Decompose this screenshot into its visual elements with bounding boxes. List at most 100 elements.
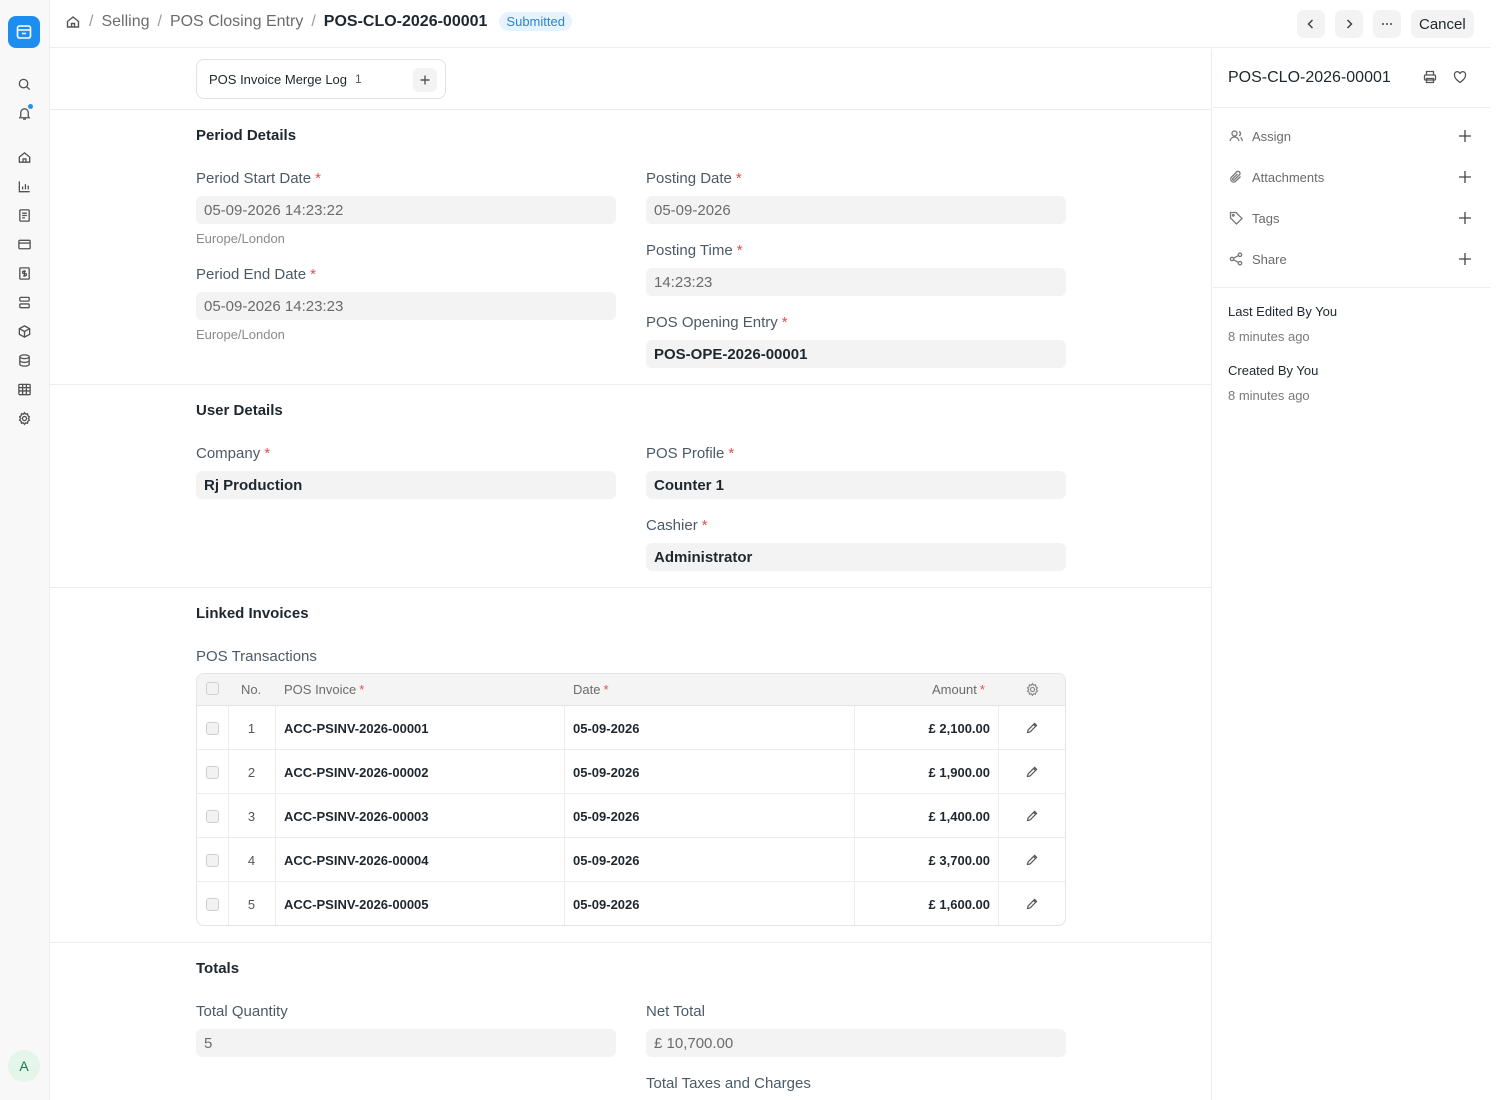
notification-bell-icon[interactable] — [15, 104, 33, 122]
table-row[interactable]: 3 ACC-PSINV-2026-00003 05-09-2026 £ 1,400.0… — [197, 794, 1065, 838]
posting-time-field[interactable]: 14:23:23 — [646, 268, 1066, 296]
table-row[interactable]: 4 ACC-PSINV-2026-00004 05-09-2026 £ 3,700.0… — [197, 838, 1065, 882]
user-avatar[interactable]: A — [8, 1050, 40, 1082]
row-edit-pencil-icon[interactable] — [1025, 750, 1039, 794]
add-merge-log-button[interactable] — [413, 68, 437, 92]
form-main: POS Invoice Merge Log 1 Period Details P… — [50, 49, 1212, 1100]
sidebar-attachments[interactable]: Attachments — [1228, 167, 1473, 187]
net-total-field[interactable]: £ 10,700.00 — [646, 1029, 1066, 1057]
row-edit-pencil-icon[interactable] — [1025, 882, 1039, 925]
cancel-button[interactable]: Cancel — [1411, 10, 1474, 38]
section-title-period: Period Details — [196, 127, 297, 144]
invoice-dollar-icon[interactable] — [15, 264, 33, 282]
row-invoice[interactable]: ACC-PSINV-2026-00002 — [284, 750, 429, 794]
package-icon[interactable] — [15, 322, 33, 340]
table-icon[interactable] — [15, 380, 33, 398]
row-edit-pencil-icon[interactable] — [1025, 706, 1039, 750]
merge-log-link[interactable]: POS Invoice Merge Log 1 — [196, 59, 446, 99]
section-title-totals: Totals — [196, 960, 240, 977]
table-row[interactable]: 2 ACC-PSINV-2026-00002 05-09-2026 £ 1,900.0… — [197, 750, 1065, 794]
plus-icon — [420, 75, 430, 85]
total-quantity-field[interactable]: 5 — [196, 1029, 616, 1057]
like-heart-icon[interactable] — [1452, 69, 1470, 87]
tag-icon — [1229, 211, 1243, 225]
people-icon[interactable] — [15, 293, 33, 311]
settings-gear-icon[interactable] — [15, 409, 33, 427]
row-invoice[interactable]: ACC-PSINV-2026-00004 — [284, 838, 429, 882]
row-invoice[interactable]: ACC-PSINV-2026-00001 — [284, 706, 429, 750]
row-date[interactable]: 05-09-2026 — [573, 750, 640, 794]
divider — [50, 942, 1211, 943]
sidebar-assign[interactable]: Assign — [1228, 126, 1473, 146]
row-checkbox[interactable] — [206, 882, 219, 925]
period-start-field[interactable]: 05-09-2026 14:23:22 — [196, 196, 616, 224]
net-total-label: Net Total — [646, 1003, 705, 1020]
breadcrumb-separator: / — [311, 12, 316, 30]
next-document-button[interactable] — [1335, 10, 1363, 38]
row-date[interactable]: 05-09-2026 — [573, 794, 640, 838]
row-number: 5 — [247, 896, 256, 912]
row-date[interactable]: 05-09-2026 — [573, 706, 640, 750]
row-invoice[interactable]: ACC-PSINV-2026-00005 — [284, 882, 429, 925]
posting-date-field[interactable]: 05-09-2026 — [646, 196, 1066, 224]
sidebar-share[interactable]: Share — [1228, 249, 1473, 269]
period-end-field[interactable]: 05-09-2026 14:23:23 — [196, 292, 616, 320]
print-icon[interactable] — [1422, 69, 1440, 87]
table-row[interactable]: 5 ACC-PSINV-2026-00005 05-09-2026 £ 1,600.0… — [197, 882, 1065, 925]
app-sidebar: A — [0, 0, 50, 1100]
row-edit-pencil-icon[interactable] — [1025, 838, 1039, 882]
row-checkbox[interactable] — [206, 706, 219, 750]
row-date[interactable]: 05-09-2026 — [573, 882, 640, 925]
user-icon — [1229, 130, 1243, 142]
previous-document-button[interactable] — [1297, 10, 1325, 38]
row-checkbox[interactable] — [206, 838, 219, 882]
table-row[interactable]: 1 ACC-PSINV-2026-00001 05-09-2026 £ 2,100.0… — [197, 706, 1065, 750]
home-icon[interactable] — [65, 14, 81, 30]
row-amount[interactable]: £ 1,400.00 — [854, 794, 990, 838]
last-edited-text: Last Edited By You — [1228, 304, 1338, 319]
status-badge: Submitted — [499, 12, 572, 31]
notification-dot — [28, 104, 33, 109]
row-checkbox[interactable] — [206, 794, 219, 838]
database-icon[interactable] — [15, 351, 33, 369]
add-share-plus-icon[interactable] — [1457, 251, 1473, 267]
search-icon[interactable] — [15, 75, 33, 93]
last-edited-time: 8 minutes ago — [1228, 329, 1310, 344]
breadcrumb-doctype[interactable]: POS Closing Entry — [170, 13, 303, 31]
column-settings-gear-icon[interactable] — [1025, 682, 1040, 700]
pos-opening-entry-field[interactable]: POS-OPE-2026-00001 — [646, 340, 1066, 368]
more-options-button[interactable] — [1373, 10, 1401, 38]
created-by-text: Created By You — [1228, 363, 1319, 378]
posting-time-label: Posting Time * — [646, 242, 743, 259]
home-icon[interactable] — [15, 148, 33, 166]
add-attachment-plus-icon[interactable] — [1457, 169, 1473, 185]
document-icon[interactable] — [15, 206, 33, 224]
row-invoice[interactable]: ACC-PSINV-2026-00003 — [284, 794, 429, 838]
row-checkbox[interactable] — [206, 750, 219, 794]
card-icon[interactable] — [15, 235, 33, 253]
row-amount[interactable]: £ 1,900.00 — [854, 750, 990, 794]
select-all-checkbox[interactable] — [206, 682, 219, 695]
share-icon — [1229, 252, 1243, 266]
form-sidebar: POS-CLO-2026-00001 Assign Attachments Ta… — [1213, 49, 1490, 1100]
chart-icon[interactable] — [15, 177, 33, 195]
app-logo-icon[interactable] — [8, 16, 40, 48]
more-horizontal-icon — [1382, 23, 1392, 25]
breadcrumb-module[interactable]: Selling — [101, 13, 149, 31]
row-amount[interactable]: £ 3,700.00 — [854, 838, 990, 882]
divider — [50, 384, 1211, 385]
add-tag-plus-icon[interactable] — [1457, 210, 1473, 226]
column-header-amount: Amount * — [932, 682, 985, 697]
cashier-field[interactable]: Administrator — [646, 543, 1066, 571]
breadcrumb: / Selling / POS Closing Entry / POS-CLO-… — [65, 12, 572, 31]
row-amount[interactable]: £ 2,100.00 — [854, 706, 990, 750]
pos-profile-field[interactable]: Counter 1 — [646, 471, 1066, 499]
paperclip-icon — [1230, 170, 1241, 183]
company-field[interactable]: Rj Production — [196, 471, 616, 499]
row-edit-pencil-icon[interactable] — [1025, 794, 1039, 838]
row-amount[interactable]: £ 1,600.00 — [854, 882, 990, 925]
row-date[interactable]: 05-09-2026 — [573, 838, 640, 882]
add-assign-plus-icon[interactable] — [1457, 128, 1473, 144]
sidebar-tags[interactable]: Tags — [1228, 208, 1473, 228]
period-end-timezone: Europe/London — [196, 327, 285, 342]
